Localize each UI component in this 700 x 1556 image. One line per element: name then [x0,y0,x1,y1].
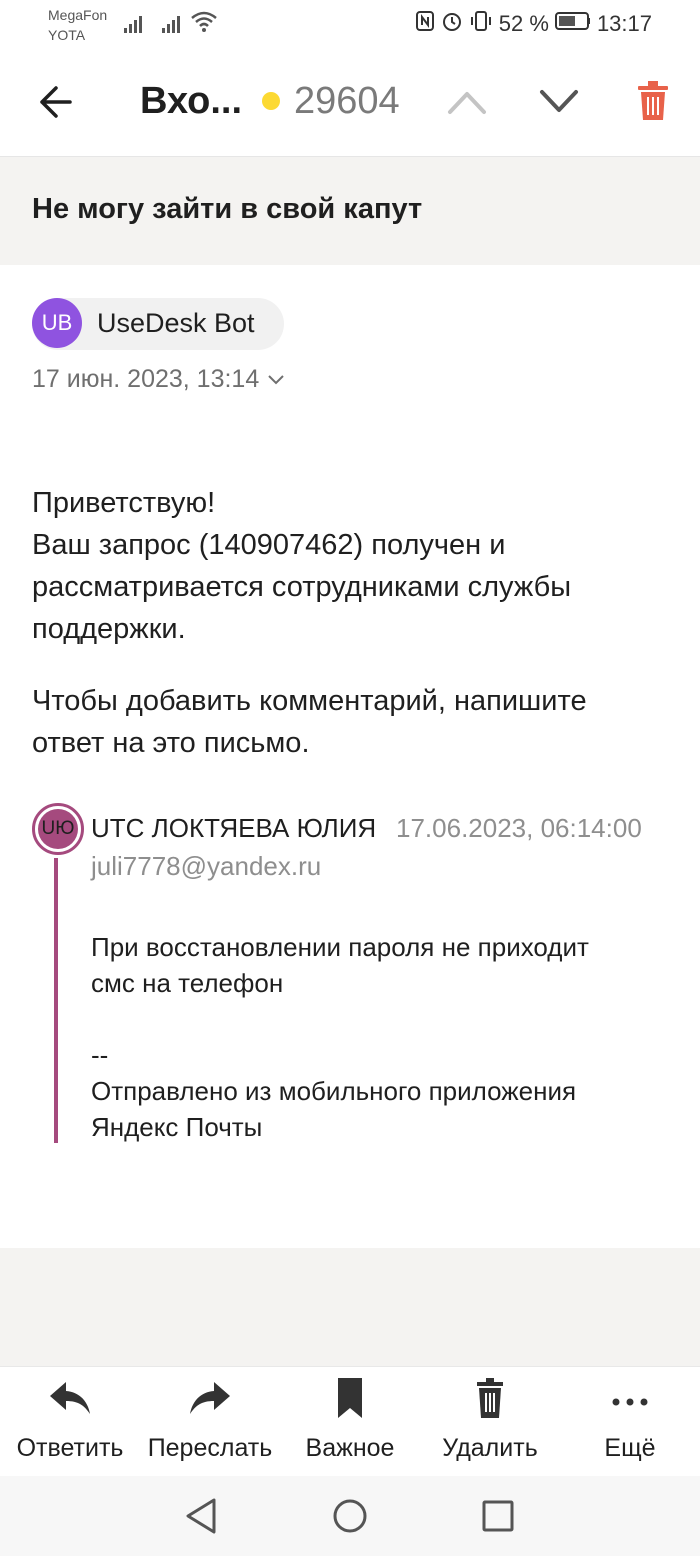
quote-line: Яндекс Почты [91,1112,263,1142]
battery-level: 52 % [498,11,549,36]
message-body-line: Ваш запрос (140907462) получен и [32,529,506,561]
delete-label: Удалить [442,1434,538,1462]
quote-email[interactable]: juli7778@yandex.ru [91,851,321,882]
message-date[interactable]: 17 июн. 2023, 13:14 [32,365,285,394]
forward-label: Переслать [147,1434,273,1462]
quote-date: 17.06.2023, 06:14:00 [396,813,642,843]
avatar: UЮ [38,809,78,849]
back-nav-icon[interactable] [184,1498,218,1539]
trash-icon [477,1378,503,1418]
home-nav-icon[interactable] [332,1498,368,1539]
message-footer-area [0,1248,700,1366]
message-body-line: ответ на это письмо. [32,727,310,759]
unread-dot-icon [262,92,280,110]
status-icons: 52 % 13:17 [415,10,652,38]
quote-author: UTC ЛОКТЯЕВА ЮЛИЯ [91,813,377,843]
forward-button[interactable]: Переслать [140,1378,280,1463]
carrier-name: MegaFon [48,7,108,23]
signal-icon [122,12,146,39]
quote-bar [54,858,58,1143]
chevron-down-icon [268,374,284,384]
quote-line: Отправлено из мобильного приложения [91,1076,577,1106]
clock: 13:17 [596,11,652,36]
vibrate-icon [469,10,493,38]
quote-line: смс на телефон [91,968,284,998]
signal-icon [160,12,184,39]
alarm-icon [441,10,463,38]
unread-count: 29604 [294,80,400,122]
quote-line: При восстановлении пароля не приходит [91,932,589,962]
back-arrow-icon[interactable] [36,84,74,125]
message-body-line: Приветствую! [32,487,216,519]
bookmark-icon [338,1378,362,1418]
delete-button[interactable]: Удалить [420,1378,560,1463]
nfc-icon [415,10,435,38]
battery-icon [554,11,591,37]
more-label: Ещё [604,1434,656,1462]
forward-icon [190,1382,230,1414]
folder-title[interactable]: Вхо... [140,80,242,123]
next-message-button[interactable] [538,86,580,121]
recents-nav-icon[interactable] [482,1500,514,1537]
avatar: UB [32,298,82,348]
message-body-line: поддержки. [32,613,186,645]
important-button[interactable]: Важное [280,1378,420,1463]
reply-icon [50,1382,90,1414]
message-subject: Не могу зайти в свой капут [32,193,423,225]
message-body-line: рассматривается сотрудниками службы [32,571,572,603]
delete-icon[interactable] [636,80,670,127]
message-body-line: Чтобы добавить комментарий, напишите [32,685,587,717]
more-button[interactable]: Ещё [560,1378,700,1463]
important-label: Важное [305,1434,395,1462]
quote-line: -- [91,1040,109,1070]
wifi-icon [190,10,218,39]
reply-button[interactable]: Ответить [0,1378,140,1463]
reply-label: Ответить [16,1434,124,1462]
sender-name[interactable]: UseDesk Bot [97,308,255,339]
message-date-text: 17 июн. 2023, 13:14 [32,365,260,393]
carrier-name-secondary: YOTA [48,27,86,43]
previous-message-button[interactable] [446,86,488,121]
more-dots-icon [612,1398,648,1406]
